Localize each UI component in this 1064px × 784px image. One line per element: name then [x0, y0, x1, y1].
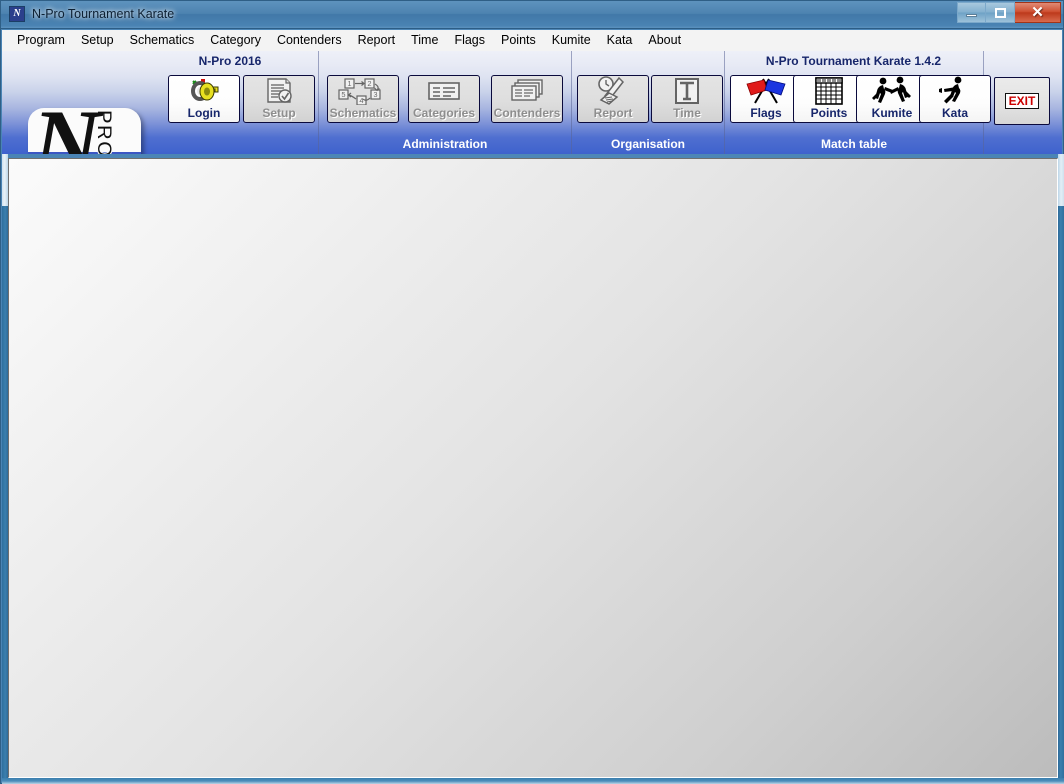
window-title: N-Pro Tournament Karate	[32, 7, 175, 21]
two-fighters-icon	[857, 76, 927, 106]
menu-item-time[interactable]: Time	[403, 31, 446, 50]
exit-button-label: EXIT	[1004, 93, 1040, 109]
title-bar: N N-Pro Tournament Karate ✕	[1, 1, 1063, 29]
contenders-button-label: Contenders	[493, 106, 561, 120]
svg-text:1: 1	[347, 79, 351, 88]
stacked-cards-icon	[492, 76, 562, 106]
group-footer-match-table: Match table	[820, 137, 887, 151]
group-title-session: N-Pro 2016	[198, 54, 262, 68]
report-button[interactable]: Report	[577, 75, 649, 123]
schematics-button-label: Schematics	[329, 106, 397, 120]
key-icon	[169, 76, 239, 106]
menu-item-kata[interactable]: Kata	[599, 31, 641, 50]
svg-text:4: 4	[359, 96, 363, 105]
login-button[interactable]: Login	[168, 75, 240, 123]
main-workspace	[8, 158, 1058, 778]
svg-text:5: 5	[341, 90, 345, 99]
title-bar-left: N N-Pro Tournament Karate	[9, 6, 174, 22]
menu-item-schematics[interactable]: Schematics	[122, 31, 203, 50]
window-frame-bottom	[2, 778, 1064, 784]
points-button[interactable]: Points	[793, 75, 865, 123]
categories-button[interactable]: Categories	[408, 75, 480, 123]
app-icon-letter: N	[10, 7, 24, 21]
single-fighter-icon	[920, 76, 990, 106]
time-button[interactable]: Time	[651, 75, 723, 123]
menu-item-category[interactable]: Category	[202, 31, 269, 50]
minimize-button[interactable]	[957, 2, 986, 23]
menu-item-flags[interactable]: Flags	[446, 31, 493, 50]
menu-item-points[interactable]: Points	[493, 31, 544, 50]
menu-bar: Program Setup Schematics Category Conten…	[2, 30, 1062, 51]
group-footer-organisation: Organisation	[610, 137, 685, 151]
timer-t-icon	[652, 76, 722, 106]
flowchart-icon: 1 2 3 4 5	[328, 76, 398, 106]
card-list-icon	[409, 76, 479, 106]
clock-report-icon	[578, 76, 648, 106]
menu-item-about[interactable]: About	[640, 31, 689, 50]
contenders-button[interactable]: Contenders	[491, 75, 563, 123]
crossed-flags-icon	[731, 76, 801, 106]
group-footer-administration: Administration	[402, 137, 488, 151]
kata-button-label: Kata	[941, 106, 968, 120]
group-title-match-table: N-Pro Tournament Karate 1.4.2	[765, 54, 942, 68]
score-grid-icon	[794, 76, 864, 106]
svg-text:2: 2	[367, 79, 371, 88]
application-window: N N-Pro Tournament Karate ✕ Program Setu…	[0, 0, 1064, 784]
points-button-label: Points	[810, 106, 848, 120]
toolbar: N PRO N-Pro 2016 N-Pro Tournament Karate…	[2, 51, 1062, 154]
kata-button[interactable]: Kata	[919, 75, 991, 123]
kumite-button-label: Kumite	[871, 106, 913, 120]
svg-text:3: 3	[373, 90, 377, 99]
categories-button-label: Categories	[412, 106, 476, 120]
maximize-icon	[994, 7, 1006, 18]
app-logo: N PRO	[28, 108, 141, 154]
document-check-icon	[244, 76, 314, 106]
menu-item-kumite[interactable]: Kumite	[544, 31, 599, 50]
window-frame-right-lower	[1058, 206, 1064, 784]
flags-button[interactable]: Flags	[730, 75, 802, 123]
login-button-label: Login	[187, 106, 221, 120]
close-icon: ✕	[1031, 4, 1044, 21]
menu-item-setup[interactable]: Setup	[73, 31, 122, 50]
maximize-button[interactable]	[986, 2, 1015, 23]
report-button-label: Report	[593, 106, 633, 120]
menu-item-contenders[interactable]: Contenders	[269, 31, 350, 50]
setup-button[interactable]: Setup	[243, 75, 315, 123]
menu-item-report[interactable]: Report	[350, 31, 404, 50]
minimize-icon	[966, 14, 977, 17]
setup-button-label: Setup	[262, 106, 296, 120]
logo-letter-n: N	[32, 108, 101, 154]
app-icon: N	[9, 6, 25, 22]
flags-button-label: Flags	[750, 106, 782, 120]
schematics-button[interactable]: 1 2 3 4 5 Schematics	[327, 75, 399, 123]
kumite-button[interactable]: Kumite	[856, 75, 928, 123]
window-controls: ✕	[957, 2, 1061, 23]
menu-item-program[interactable]: Program	[9, 31, 73, 50]
exit-button[interactable]: EXIT	[994, 77, 1050, 125]
close-button[interactable]: ✕	[1015, 2, 1061, 23]
time-button-label: Time	[673, 106, 701, 120]
